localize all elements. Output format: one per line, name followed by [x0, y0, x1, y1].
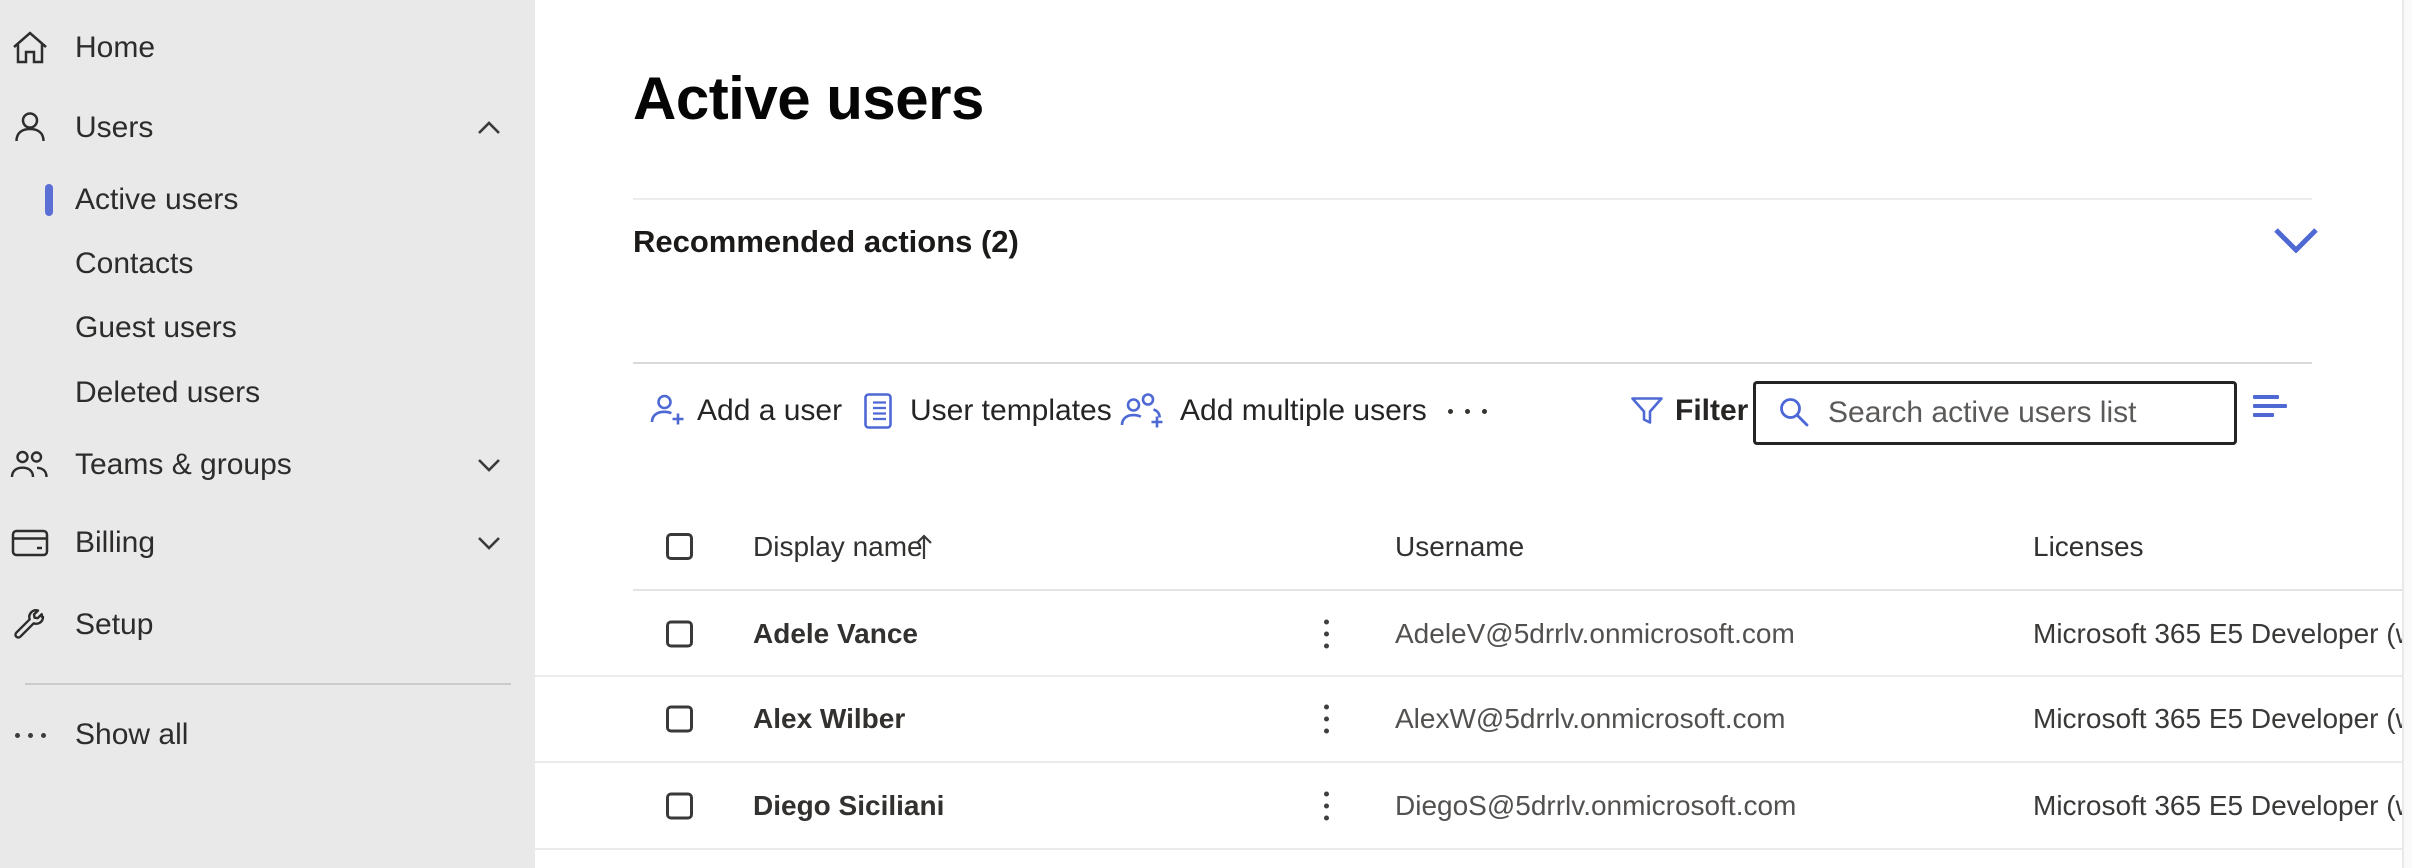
sidebar-item-contacts[interactable]: Contacts	[0, 240, 535, 288]
column-header-display-name[interactable]: Display name	[753, 531, 923, 563]
main-content: Active users Recommended actions (2) Add…	[535, 0, 2412, 868]
sidebar-item-label: Contacts	[75, 247, 193, 281]
sidebar-item-guest-users[interactable]: Guest users	[0, 304, 535, 352]
filter-label: Filter	[1675, 394, 1748, 428]
username: AdeleV@5drrlv.onmicrosoft.com	[1395, 618, 1795, 650]
table-row[interactable]: Adele Vance AdeleV@5drrlv.onmicrosoft.co…	[535, 592, 2412, 677]
username: AlexW@5drrlv.onmicrosoft.com	[1395, 703, 1785, 735]
divider	[633, 589, 2412, 591]
sidebar-item-label: Setup	[75, 608, 153, 642]
add-user-label: Add a user	[697, 394, 842, 428]
recommended-actions-heading: Recommended actions (2)	[633, 224, 1019, 260]
sidebar-item-active-users[interactable]: Active users	[0, 176, 535, 224]
chevron-up-icon	[477, 121, 501, 135]
select-all-checkbox[interactable]	[666, 533, 693, 560]
sidebar-item-label: Teams & groups	[75, 448, 292, 482]
table-header-row: Display name Username Licenses	[535, 505, 2412, 589]
licenses: Microsoft 365 E5 Developer (withou	[2033, 790, 2412, 822]
ellipsis-icon	[1448, 409, 1487, 414]
credit-card-icon	[10, 523, 50, 563]
user-templates-button[interactable]: User templates	[862, 386, 1112, 436]
page-title: Active users	[633, 64, 984, 134]
people-team-icon	[10, 445, 50, 485]
licenses: Microsoft 365 E5 Developer (withou	[2033, 703, 2412, 735]
sidebar-item-show-all[interactable]: Show all	[0, 711, 535, 759]
display-name[interactable]: Diego Siciliani	[753, 790, 944, 822]
user-templates-label: User templates	[910, 394, 1112, 428]
column-header-licenses[interactable]: Licenses	[2033, 531, 2144, 563]
recommended-actions-expand-chevron-icon[interactable]	[2273, 227, 2319, 253]
sidebar-item-label: Guest users	[75, 311, 237, 345]
display-name[interactable]: Alex Wilber	[753, 703, 905, 735]
row-checkbox[interactable]	[666, 706, 693, 733]
add-user-icon	[649, 392, 687, 430]
display-name[interactable]: Adele Vance	[753, 618, 918, 650]
chevron-down-icon	[477, 536, 501, 550]
table-row[interactable]: Diego Siciliani DiegoS@5drrlv.onmicrosof…	[535, 763, 2412, 850]
person-icon	[10, 108, 50, 148]
toolbar-overflow-button[interactable]	[1448, 386, 1487, 436]
table-row[interactable]: Alex Wilber AlexW@5drrlv.onmicrosoft.com…	[535, 677, 2412, 763]
add-multiple-users-button[interactable]: Add multiple users	[1120, 386, 1420, 436]
sidebar-item-label: Show all	[75, 718, 188, 752]
more-actions-icon[interactable]	[1324, 619, 1329, 648]
sidebar-divider	[25, 683, 511, 685]
sidebar-item-home[interactable]: Home	[0, 24, 535, 72]
more-actions-icon[interactable]	[1324, 791, 1329, 820]
filter-funnel-icon	[1630, 395, 1664, 427]
template-list-icon	[862, 392, 894, 430]
row-checkbox[interactable]	[666, 792, 693, 819]
sidebar-item-teams-groups[interactable]: Teams & groups	[0, 441, 535, 489]
sidebar-item-deleted-users[interactable]: Deleted users	[0, 369, 535, 417]
filter-lines-icon[interactable]	[2253, 394, 2289, 420]
more-actions-icon[interactable]	[1324, 705, 1329, 734]
add-user-button[interactable]: Add a user	[649, 386, 869, 436]
sidebar-item-users[interactable]: Users	[0, 104, 535, 152]
sidebar-item-label: Home	[75, 31, 155, 65]
scrollbar-gutter[interactable]	[2402, 0, 2412, 868]
column-header-username[interactable]: Username	[1395, 531, 1524, 563]
row-checkbox[interactable]	[666, 620, 693, 647]
home-icon	[10, 28, 50, 68]
search-box	[1753, 381, 2237, 445]
sidebar-item-billing[interactable]: Billing	[0, 519, 535, 567]
divider	[633, 362, 2312, 364]
licenses: Microsoft 365 E5 Developer (withou	[2033, 618, 2412, 650]
sidebar-item-label: Users	[75, 111, 153, 145]
sidebar: Home Users Active users Contacts	[0, 0, 535, 868]
chevron-down-icon	[477, 458, 501, 472]
add-multiple-users-icon	[1120, 392, 1166, 430]
wrench-icon	[10, 605, 50, 645]
search-icon	[1776, 395, 1812, 431]
sort-ascending-icon	[913, 532, 935, 562]
sidebar-item-label: Billing	[75, 526, 155, 560]
ellipsis-icon	[10, 715, 50, 755]
divider	[633, 198, 2312, 200]
sidebar-item-setup[interactable]: Setup	[0, 601, 535, 649]
sidebar-item-label: Active users	[75, 183, 238, 217]
add-multiple-users-label: Add multiple users	[1180, 394, 1427, 428]
username: DiegoS@5drrlv.onmicrosoft.com	[1395, 790, 1796, 822]
search-input[interactable]	[1826, 395, 2224, 431]
filter-button[interactable]: Filter	[1630, 386, 1760, 436]
sidebar-item-label: Deleted users	[75, 376, 260, 410]
